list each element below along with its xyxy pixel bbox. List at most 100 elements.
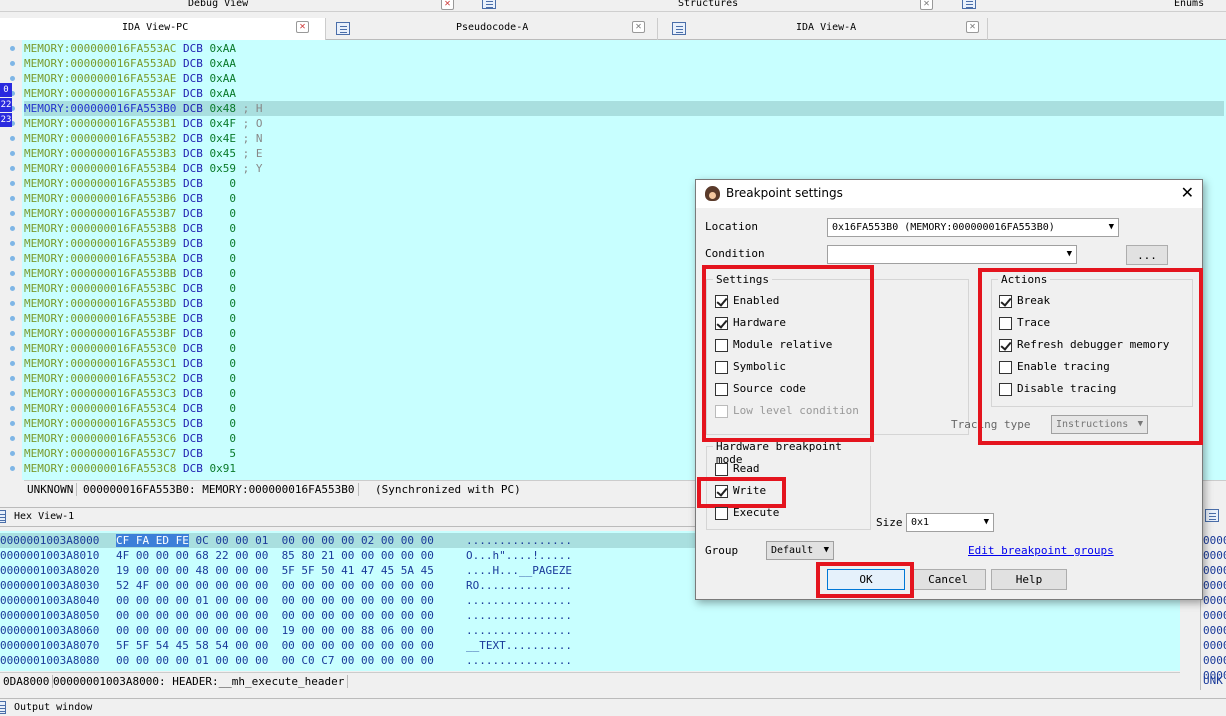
code-operand[interactable]: 0x48: [209, 102, 236, 115]
code-address[interactable]: MEMORY:000000016FA553AD: [24, 57, 176, 70]
breakpoint-dot-icon[interactable]: [10, 46, 15, 51]
code-address[interactable]: MEMORY:000000016FA553BA: [24, 252, 176, 265]
breakpoint-dot-icon[interactable]: [10, 286, 15, 291]
code-address[interactable]: MEMORY:000000016FA553B2: [24, 132, 176, 145]
code-row[interactable]: MEMORY:000000016FA553AF DCB 0xAA: [24, 86, 1224, 101]
code-row[interactable]: MEMORY:000000016FA553B2 DCB 0x4E ; N: [24, 131, 1224, 146]
breakpoint-dot-icon[interactable]: [10, 166, 15, 171]
tab-pseudocode-a[interactable]: Pseudocode-A ✕: [326, 18, 658, 40]
code-operand[interactable]: 0: [209, 207, 236, 220]
checkbox-box[interactable]: [999, 295, 1012, 308]
hex-row[interactable]: 0000001003A8080 00 00 00 00 01 00 00 00 0…: [0, 653, 1180, 668]
hex-row[interactable]: 0000001003A8060 00 00 00 00 00 00 00 00 1…: [0, 623, 1180, 638]
condition-ellipsis-button[interactable]: ...: [1126, 245, 1168, 265]
checkbox-box[interactable]: [715, 295, 728, 308]
output-window-bar[interactable]: Output window: [0, 698, 1226, 716]
code-address[interactable]: MEMORY:000000016FA553C0: [24, 342, 176, 355]
code-operand[interactable]: 0x4E: [209, 132, 236, 145]
hex-bytes[interactable]: 4F 00 00 00 68 22 00 00 85 80 21 00 00 0…: [116, 548, 434, 563]
code-address[interactable]: MEMORY:000000016FA553B5: [24, 177, 176, 190]
breakpoint-dot-icon[interactable]: [10, 376, 15, 381]
breakpoint-dot-icon[interactable]: [10, 241, 15, 246]
breakpoint-dot-icon[interactable]: [10, 361, 15, 366]
checkbox-box[interactable]: [715, 317, 728, 330]
close-structures-icon[interactable]: ✕: [920, 0, 933, 10]
hex-ascii[interactable]: ................: [466, 593, 572, 608]
code-address[interactable]: MEMORY:000000016FA553B1: [24, 117, 176, 130]
code-address[interactable]: MEMORY:000000016FA553AF: [24, 87, 176, 100]
hex-bytes[interactable]: 00 00 00 00 01 00 00 00 00 00 00 00 00 0…: [116, 593, 434, 608]
checkbox-box[interactable]: [715, 463, 728, 476]
code-address[interactable]: MEMORY:000000016FA553BC: [24, 282, 176, 295]
hex-ascii[interactable]: O...h"....!.....: [466, 548, 572, 563]
code-operand[interactable]: 0xAA: [209, 57, 236, 70]
code-row[interactable]: MEMORY:000000016FA553AC DCB 0xAA: [24, 41, 1224, 56]
code-row[interactable]: MEMORY:000000016FA553B3 DCB 0x45 ; E: [24, 146, 1224, 161]
hex-bytes[interactable]: 52 4F 00 00 00 00 00 00 00 00 00 00 00 0…: [116, 578, 434, 593]
hex-ascii[interactable]: __TEXT..........: [466, 638, 572, 653]
code-row[interactable]: MEMORY:000000016FA553B1 DCB 0x4F ; O: [24, 116, 1224, 131]
hex-row[interactable]: 0000001003A8070 5F 5F 54 45 58 54 00 00 0…: [0, 638, 1180, 653]
code-address[interactable]: MEMORY:000000016FA553BE: [24, 312, 176, 325]
code-operand[interactable]: 5: [209, 447, 236, 460]
breakpoint-dot-icon[interactable]: [10, 316, 15, 321]
breakpoint-dot-icon[interactable]: [10, 271, 15, 276]
hex-row[interactable]: 0000001003A8050 00 00 00 00 00 00 00 00 0…: [0, 608, 1180, 623]
code-operand[interactable]: 0: [209, 282, 236, 295]
code-operand[interactable]: 0: [209, 402, 236, 415]
tab-ida-view-a[interactable]: IDA View-A ✕: [658, 18, 988, 40]
hex-ascii[interactable]: ................: [466, 653, 572, 668]
group-combo[interactable]: Default ▼: [766, 541, 834, 560]
hex-bytes[interactable]: 00 00 00 00 00 00 00 00 00 00 00 00 00 0…: [116, 608, 434, 623]
code-operand[interactable]: 0x59: [209, 162, 236, 175]
code-operand[interactable]: 0: [209, 267, 236, 280]
breakpoint-dot-icon[interactable]: [10, 181, 15, 186]
code-operand[interactable]: 0x91: [209, 462, 236, 475]
code-address[interactable]: MEMORY:000000016FA553C7: [24, 447, 176, 460]
condition-combo[interactable]: ▼: [827, 245, 1077, 264]
tab-enums[interactable]: Enums: [1174, 0, 1204, 9]
breakpoint-dot-icon[interactable]: [10, 346, 15, 351]
selected-bytes[interactable]: CF FA ED FE: [116, 534, 189, 547]
code-address[interactable]: MEMORY:000000016FA553C6: [24, 432, 176, 445]
size-combo[interactable]: 0x1 ▼: [906, 513, 994, 532]
tab-debug-view[interactable]: Debug View: [188, 0, 248, 9]
code-row[interactable]: MEMORY:000000016FA553B4 DCB 0x59 ; Y: [24, 161, 1224, 176]
hex-bytes[interactable]: 00 00 00 00 01 00 00 00 00 C0 C7 00 00 0…: [116, 653, 434, 668]
location-combo[interactable]: 0x16FA553B0 (MEMORY:000000016FA553B0) ▼: [827, 218, 1119, 237]
checkbox-box[interactable]: [999, 361, 1012, 374]
breakpoint-dot-icon[interactable]: [10, 391, 15, 396]
code-operand[interactable]: 0: [209, 357, 236, 370]
checkbox-box[interactable]: [715, 485, 728, 498]
code-address[interactable]: MEMORY:000000016FA553C5: [24, 417, 176, 430]
code-address[interactable]: MEMORY:000000016FA553C4: [24, 402, 176, 415]
hex-bytes[interactable]: 19 00 00 00 48 00 00 00 5F 5F 50 41 47 4…: [116, 563, 434, 578]
code-address[interactable]: MEMORY:000000016FA553BD: [24, 297, 176, 310]
code-row[interactable]: MEMORY:000000016FA553AD DCB 0xAA: [24, 56, 1224, 71]
breakpoint-dot-icon[interactable]: [10, 331, 15, 336]
code-operand[interactable]: 0: [209, 387, 236, 400]
breakpoint-dot-icon[interactable]: [10, 256, 15, 261]
code-operand[interactable]: 0xAA: [209, 42, 236, 55]
code-address[interactable]: MEMORY:000000016FA553B9: [24, 237, 176, 250]
breakpoint-dot-icon[interactable]: [10, 151, 15, 156]
code-address[interactable]: MEMORY:000000016FA553C1: [24, 357, 176, 370]
checkbox-box[interactable]: [999, 317, 1012, 330]
code-address[interactable]: MEMORY:000000016FA553C2: [24, 372, 176, 385]
code-operand[interactable]: 0: [209, 327, 236, 340]
code-address[interactable]: MEMORY:000000016FA553B7: [24, 207, 176, 220]
checkbox-box[interactable]: [999, 339, 1012, 352]
code-operand[interactable]: 0: [209, 372, 236, 385]
breakpoint-dot-icon[interactable]: [10, 406, 15, 411]
breakpoint-dot-icon[interactable]: [10, 436, 15, 441]
code-address[interactable]: MEMORY:000000016FA553B0: [24, 102, 176, 115]
hex-ascii[interactable]: RO..............: [466, 578, 572, 593]
breakpoint-dot-icon[interactable]: [10, 226, 15, 231]
hex-ascii[interactable]: ................: [466, 533, 572, 548]
code-address[interactable]: MEMORY:000000016FA553BF: [24, 327, 176, 340]
code-address[interactable]: MEMORY:000000016FA553C3: [24, 387, 176, 400]
hex-bytes[interactable]: 5F 5F 54 45 58 54 00 00 00 00 00 00 00 0…: [116, 638, 434, 653]
checkbox-box[interactable]: [715, 361, 728, 374]
code-address[interactable]: MEMORY:000000016FA553AC: [24, 42, 176, 55]
help-button[interactable]: Help: [991, 569, 1067, 590]
